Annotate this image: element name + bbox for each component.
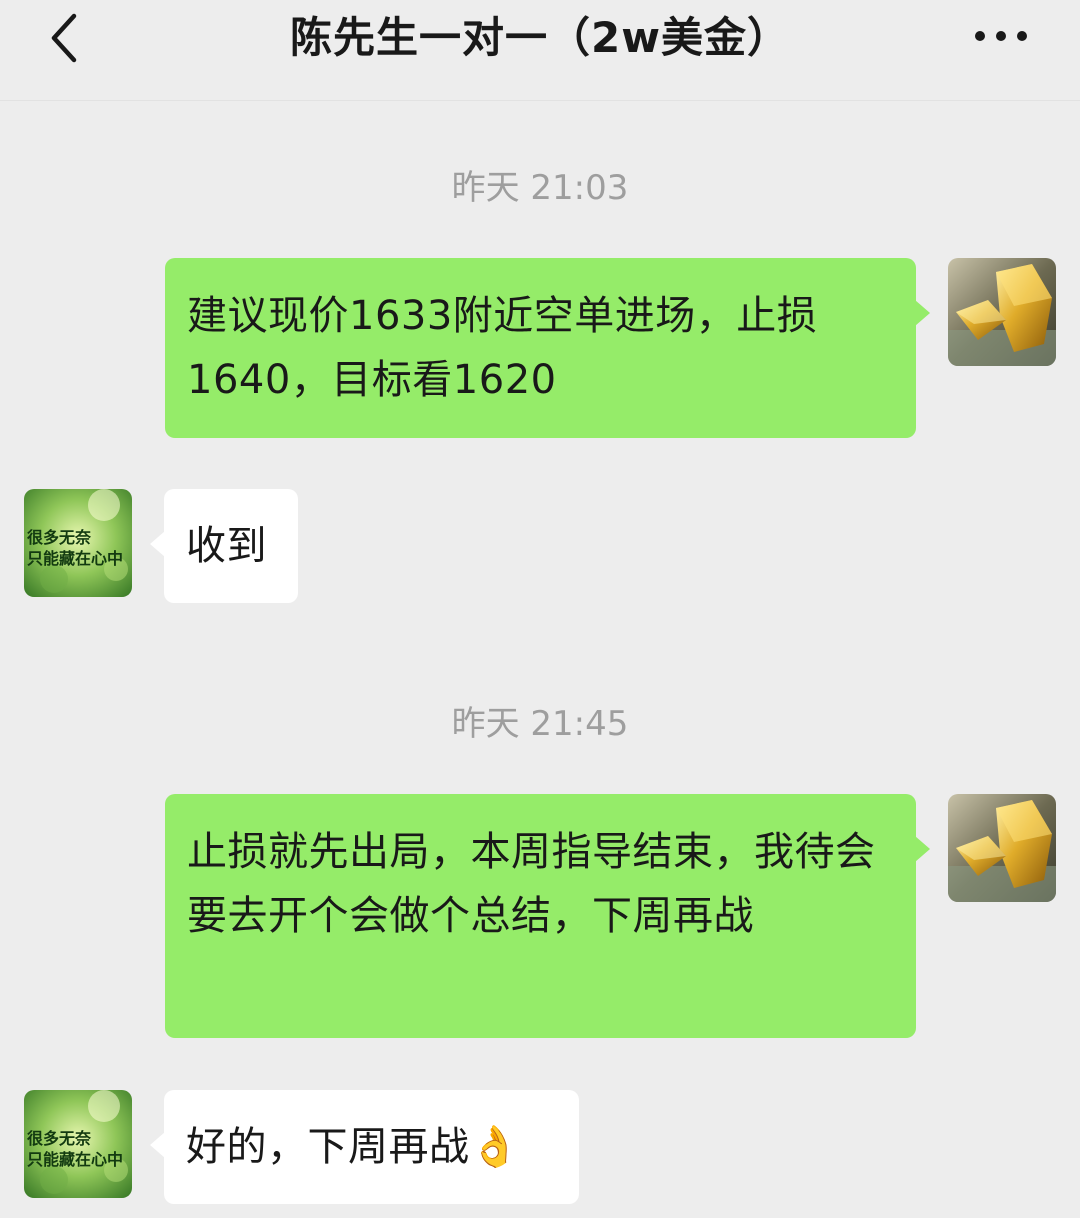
- more-horizontal-icon: [975, 31, 1027, 41]
- more-button[interactable]: [966, 14, 1038, 58]
- ok-hand-emoji-icon: 👌: [469, 1124, 520, 1170]
- avatar-caption: 很多无奈 只能藏在心中: [27, 527, 123, 569]
- message-timestamp: 昨天 21:03: [451, 168, 629, 208]
- avatar-caption-line: 很多无奈: [27, 528, 92, 547]
- message-text: 止损就先出局，本周指导结束，我待会要去开个会做个总结，下周再战: [187, 829, 876, 939]
- green-avatar[interactable]: 很多无奈 只能藏在心中: [24, 1090, 132, 1198]
- chevron-left-icon: [51, 13, 77, 63]
- avatar-caption-line: 只能藏在心中: [27, 549, 124, 568]
- incoming-message-bubble[interactable]: 收到: [150, 489, 298, 603]
- back-button[interactable]: [38, 4, 98, 70]
- avatar-caption-line: 很多无奈: [27, 1129, 92, 1148]
- avatar-caption-line: 只能藏在心中: [27, 1150, 124, 1169]
- incoming-message-bubble[interactable]: 好的，下周再战👌: [150, 1090, 579, 1204]
- page-title: 陈先生一对一（2w美金）: [289, 13, 791, 62]
- avatar-caption: 很多无奈 只能藏在心中: [27, 1128, 123, 1170]
- gold-bar-avatar[interactable]: [948, 258, 1056, 366]
- message-text: 收到: [186, 523, 267, 569]
- message-text: 好的，下周再战: [186, 1124, 470, 1170]
- green-avatar[interactable]: 很多无奈 只能藏在心中: [24, 489, 132, 597]
- gold-bar-image: [948, 258, 1056, 366]
- outgoing-message-bubble[interactable]: 止损就先出局，本周指导结束，我待会要去开个会做个总结，下周再战: [165, 794, 930, 1038]
- message-text: 建议现价1633附近空单进场，止损1640，目标看1620: [187, 293, 818, 403]
- message-timestamp: 昨天 21:45: [451, 704, 629, 744]
- gold-bar-image: [948, 794, 1056, 902]
- gold-bar-avatar[interactable]: [948, 794, 1056, 902]
- top-bar: 陈先生一对一（2w美金）: [0, 0, 1080, 101]
- outgoing-message-bubble[interactable]: 建议现价1633附近空单进场，止损1640，目标看1620: [165, 258, 930, 438]
